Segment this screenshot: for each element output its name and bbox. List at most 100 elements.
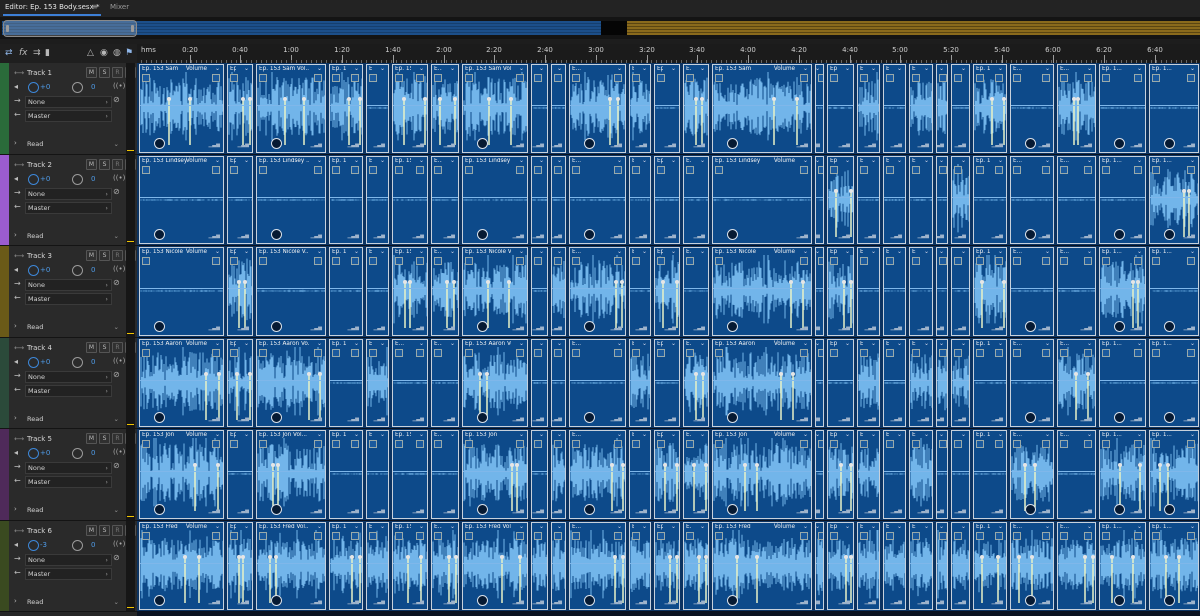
audio-clip[interactable]: Ep. 1...⌄▁▃▅ — [936, 521, 948, 610]
clip-loop-icon[interactable] — [154, 137, 165, 149]
audio-clip[interactable]: Ep. 1...⌄▁▃▅ — [531, 247, 548, 336]
pan-knob[interactable] — [67, 82, 87, 93]
clip-menu-icon[interactable]: ⌄ — [642, 65, 647, 72]
audio-clip[interactable]: Ep. 1...⌄▁▃▅ — [883, 430, 906, 519]
track-drag-icon[interactable]: ⟷ — [14, 252, 24, 260]
audio-clip[interactable]: E... ⌄ ▁▃▅ — [1010, 247, 1054, 336]
clip-menu-icon[interactable]: ⌄ — [617, 523, 622, 530]
track-drag-icon[interactable]: ⟷ — [14, 69, 24, 77]
fade-in-icon[interactable] — [860, 165, 868, 174]
fade-out-icon[interactable] — [516, 440, 524, 448]
fade-in-icon[interactable] — [686, 348, 694, 357]
clip-menu-icon[interactable]: ⌄ — [539, 65, 544, 72]
volume-envelope-line[interactable] — [552, 105, 565, 106]
volume-envelope-line[interactable] — [1011, 471, 1053, 472]
clip-loop-icon[interactable] — [727, 229, 738, 240]
fade-in-icon[interactable] — [332, 348, 340, 357]
fade-in-icon[interactable] — [534, 257, 542, 265]
clip-loop-icon[interactable] — [1164, 320, 1175, 332]
clip-loop-icon[interactable] — [1164, 503, 1175, 515]
fade-in-icon[interactable] — [332, 165, 340, 174]
audio-clip[interactable]: Ep. 153 Lindsey ... ⌄ ▁▃▅ — [256, 155, 326, 244]
record-arm-button[interactable]: R — [112, 341, 123, 353]
audio-clip[interactable]: E... ⌄ ▁▃▅ — [909, 247, 933, 336]
volume-envelope-line[interactable] — [1011, 196, 1053, 198]
volume-envelope-line[interactable] — [1058, 288, 1095, 289]
clip-menu-icon[interactable]: ⌄ — [557, 65, 562, 72]
clip-menu-icon[interactable]: ⌄ — [671, 157, 676, 164]
clip-menu-icon[interactable]: ⌄ — [557, 431, 562, 438]
expand-automation-icon[interactable]: › — [14, 322, 17, 330]
fade-in-icon[interactable] — [657, 440, 665, 448]
solo-button[interactable]: S — [99, 433, 110, 444]
volume-value[interactable]: +0 — [40, 175, 50, 183]
volume-envelope-line[interactable] — [1011, 379, 1053, 381]
clip-menu-icon[interactable]: ⌄ — [671, 431, 676, 438]
clip-menu-icon[interactable]: ⌄ — [317, 65, 322, 72]
clip-menu-icon[interactable]: ⌄ — [1137, 157, 1142, 164]
clip-menu-icon[interactable]: ⌄ — [998, 65, 1003, 72]
clip-menu-icon[interactable]: ⌄ — [700, 248, 705, 255]
phase-invert-icon[interactable]: ⊘ — [113, 553, 120, 562]
volume-envelope-line[interactable] — [228, 196, 252, 198]
volume-envelope-line[interactable] — [393, 562, 427, 564]
track-drag-icon[interactable]: ⟷ — [14, 527, 24, 535]
volume-envelope-line[interactable] — [910, 562, 932, 564]
audio-clip[interactable]: Ep. 1...⌄▁▃▅ — [1149, 338, 1199, 427]
fade-out-icon[interactable] — [1084, 165, 1092, 174]
volume-envelope-line[interactable] — [816, 196, 823, 198]
audio-clip[interactable]: Ep. 1...⌄▁▃▅ — [1099, 247, 1146, 336]
volume-envelope-line[interactable] — [1058, 379, 1095, 381]
clip-loop-icon[interactable] — [584, 412, 595, 423]
clip-menu-icon[interactable]: ⌄ — [998, 248, 1003, 255]
volume-envelope-line[interactable] — [463, 196, 527, 198]
volume-envelope-line[interactable] — [952, 196, 969, 198]
phase-invert-icon[interactable]: ⊘ — [113, 278, 120, 287]
clip-menu-icon[interactable]: ⌄ — [317, 431, 322, 438]
volume-envelope-line[interactable] — [570, 105, 625, 106]
fade-in-icon[interactable] — [332, 257, 340, 265]
audio-clip[interactable]: Ep. 153... ⌄ ▁▃▅ — [392, 155, 428, 244]
clip-menu-icon[interactable]: ⌄ — [215, 340, 220, 347]
audio-clip[interactable]: Ep. 1...⌄▁▃▅ — [827, 338, 854, 427]
volume-envelope-line[interactable] — [1100, 379, 1145, 381]
volume-envelope-line[interactable] — [630, 196, 650, 198]
clip-menu-icon[interactable]: ⌄ — [1190, 431, 1195, 438]
volume-envelope-line[interactable] — [684, 196, 708, 198]
fade-in-icon[interactable] — [715, 440, 723, 448]
audio-clip[interactable]: Ep. 153 Sam ⌄ ▁▃▅ — [857, 64, 880, 153]
audio-clip[interactable]: Ep. 153 Sam Vol... ⌄ ▁▃▅ — [462, 64, 528, 153]
fade-in-icon[interactable] — [939, 74, 947, 82]
fade-out-icon[interactable] — [1042, 257, 1050, 265]
clip-loop-icon[interactable] — [727, 503, 738, 515]
fade-in-icon[interactable] — [1013, 257, 1021, 265]
volume-envelope-line[interactable] — [330, 562, 362, 564]
audio-clip[interactable]: Ep. 15... ⌄ ▁▃▅ — [654, 155, 680, 244]
fade-in-icon[interactable] — [465, 257, 473, 265]
volume-envelope-line[interactable] — [1150, 105, 1198, 106]
audio-clip[interactable]: Ep. 153... ⌄ ▁▃▅ — [392, 64, 428, 153]
volume-envelope-line[interactable] — [367, 105, 388, 106]
input-select[interactable]: None › — [25, 370, 112, 383]
fade-out-icon[interactable] — [614, 165, 622, 174]
fade-in-icon[interactable] — [259, 531, 267, 540]
audio-clip[interactable]: Ep. 153 Aaron Vo... ⌄ ▁▃▅ — [462, 338, 528, 427]
clip-menu-icon[interactable]: ⌄ — [1045, 157, 1050, 164]
pan-knob[interactable] — [67, 448, 87, 459]
clip-menu-icon[interactable]: ⌄ — [1190, 340, 1195, 347]
clip-menu-icon[interactable]: ⌄ — [897, 157, 902, 164]
audio-clip[interactable]: Ep. 15... ⌄ ▁▃▅ — [654, 247, 680, 336]
track-drag-icon[interactable]: ⟷ — [14, 435, 24, 443]
audio-clip[interactable]: Ep. 1...⌄▁▃▅ — [883, 338, 906, 427]
fade-in-icon[interactable] — [1102, 257, 1110, 265]
fade-in-icon[interactable] — [369, 165, 377, 174]
fade-in-icon[interactable] — [954, 440, 962, 448]
fade-out-icon[interactable] — [416, 531, 424, 540]
clip-menu-icon[interactable]: ⌄ — [671, 340, 676, 347]
clip-menu-icon[interactable]: ⌄ — [380, 157, 385, 164]
volume-envelope-line[interactable] — [552, 471, 565, 472]
clip-menu-icon[interactable]: ⌄ — [519, 157, 524, 164]
clip-loop-icon[interactable] — [271, 503, 282, 515]
clip-loop-icon[interactable] — [727, 412, 738, 423]
phase-invert-icon[interactable]: ⊘ — [113, 187, 120, 196]
